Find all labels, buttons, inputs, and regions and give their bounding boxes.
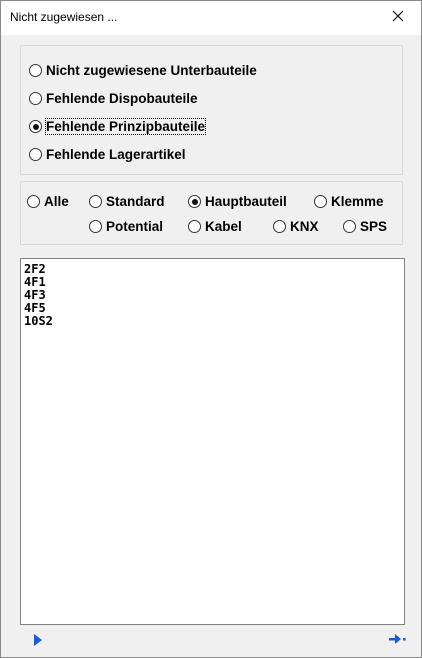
radio-circle-selected bbox=[188, 195, 201, 208]
filter-kabel[interactable]: Kabel bbox=[188, 219, 242, 234]
filter-alle[interactable]: Alle bbox=[27, 194, 69, 209]
radio-circle bbox=[29, 92, 42, 105]
radio-label: Fehlende Prinzipbauteile bbox=[44, 118, 207, 135]
list-item[interactable]: 4F5 bbox=[21, 302, 404, 315]
radio-label: Standard bbox=[106, 194, 165, 209]
radio-nicht-zugewiesene-unterbauteile[interactable]: Nicht zugewiesene Unterbauteile bbox=[29, 63, 257, 78]
radio-label: Alle bbox=[44, 194, 69, 209]
results-listbox[interactable]: 2F2 4F1 4F3 4F5 10S2 bbox=[20, 258, 405, 625]
filter-sps[interactable]: SPS bbox=[343, 219, 387, 234]
radio-circle-selected bbox=[29, 120, 42, 133]
radio-circle bbox=[273, 220, 286, 233]
radio-fehlende-lagerartikel[interactable]: Fehlende Lagerartikel bbox=[29, 147, 186, 162]
filter-hauptbauteil[interactable]: Hauptbauteil bbox=[188, 194, 287, 209]
close-icon bbox=[392, 9, 404, 27]
filter-standard[interactable]: Standard bbox=[89, 194, 165, 209]
filter-klemme[interactable]: Klemme bbox=[314, 194, 384, 209]
radio-label: Kabel bbox=[205, 219, 242, 234]
list-items: 2F2 4F1 4F3 4F5 10S2 bbox=[21, 259, 404, 328]
radio-label: Fehlende Dispobauteile bbox=[46, 91, 198, 106]
radio-fehlende-prinzipbauteile[interactable]: Fehlende Prinzipbauteile bbox=[29, 118, 207, 135]
radio-label: Klemme bbox=[331, 194, 384, 209]
radio-label: Hauptbauteil bbox=[205, 194, 287, 209]
radio-label: SPS bbox=[360, 219, 388, 234]
play-icon[interactable] bbox=[34, 633, 42, 651]
radio-circle bbox=[89, 220, 102, 233]
radio-circle bbox=[343, 220, 356, 233]
list-item[interactable]: 10S2 bbox=[21, 315, 404, 328]
radio-circle bbox=[188, 220, 201, 233]
title-bar[interactable]: Nicht zugewiesen ... bbox=[1, 1, 421, 35]
filter-potential[interactable]: Potential bbox=[89, 219, 163, 234]
radio-label: KNX bbox=[290, 219, 319, 234]
filter-group: Alle Standard Hauptbauteil Klemme Potent… bbox=[20, 181, 403, 245]
radio-circle bbox=[29, 64, 42, 77]
radio-circle bbox=[314, 195, 327, 208]
arrow-right-dots-icon[interactable] bbox=[389, 632, 407, 650]
mode-group: Nicht zugewiesene Unterbauteile Fehlende… bbox=[20, 45, 403, 175]
filter-knx[interactable]: KNX bbox=[273, 219, 319, 234]
radio-fehlende-dispobauteile[interactable]: Fehlende Dispobauteile bbox=[29, 91, 198, 106]
list-item[interactable]: 4F3 bbox=[21, 289, 404, 302]
radio-circle bbox=[29, 148, 42, 161]
list-item[interactable]: 4F1 bbox=[21, 276, 404, 289]
close-button[interactable] bbox=[375, 1, 421, 35]
dialog-window: Nicht zugewiesen ... Nicht zugewiesene U… bbox=[0, 0, 422, 658]
window-title: Nicht zugewiesen ... bbox=[10, 10, 118, 24]
radio-label: Fehlende Lagerartikel bbox=[46, 147, 186, 162]
radio-label: Potential bbox=[106, 219, 164, 234]
list-item[interactable]: 2F2 bbox=[21, 263, 404, 276]
radio-circle bbox=[27, 195, 40, 208]
radio-circle bbox=[89, 195, 102, 208]
radio-label: Nicht zugewiesene Unterbauteile bbox=[46, 63, 257, 78]
